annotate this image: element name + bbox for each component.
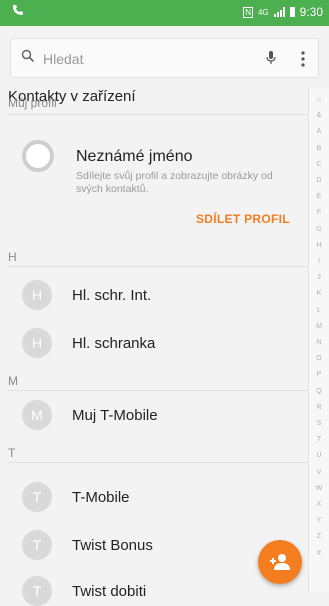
index-letter[interactable]: E (309, 193, 329, 200)
index-letter[interactable]: H (309, 242, 329, 249)
alphabet-index[interactable]: ☆ & A B C D E F G H I J K L M N O P Q R S T U V W X Y Z # (308, 88, 329, 592)
add-person-icon (269, 552, 291, 577)
search-bar (10, 38, 319, 78)
status-time: 9:30 (299, 5, 323, 19)
divider (8, 114, 321, 115)
index-letter[interactable]: I (309, 258, 329, 265)
index-letter[interactable]: Q (309, 388, 329, 395)
profile-description: Sdílejte svůj profil a zobrazujte obrázk… (76, 170, 273, 195)
battery-icon (289, 7, 295, 17)
signal-icon (273, 7, 285, 17)
index-letter[interactable]: N (309, 339, 329, 346)
index-letter[interactable]: J (309, 274, 329, 281)
search-icon (21, 49, 37, 65)
status-bar: N 4G 9:30 (0, 0, 329, 26)
contact-avatar: H (22, 280, 52, 310)
microphone-icon[interactable] (266, 50, 280, 68)
index-letter[interactable]: C (309, 161, 329, 168)
contact-avatar: M (22, 400, 52, 430)
network-type-icon: 4G (257, 7, 269, 17)
contact-name: Hl. schr. Int. (72, 287, 152, 304)
group-header-m: M (8, 374, 18, 388)
index-letter[interactable]: G (309, 226, 329, 233)
index-letter[interactable]: U (309, 452, 329, 459)
divider (8, 390, 321, 391)
contact-avatar: T (22, 576, 52, 606)
index-letter[interactable]: T (309, 436, 329, 443)
index-letter[interactable]: A (309, 128, 329, 135)
contact-avatar: T (22, 530, 52, 560)
profile-header: Můj profil (8, 96, 57, 110)
contact-name: Hl. schranka (72, 335, 156, 352)
contact-avatar: T (22, 482, 52, 512)
index-letter[interactable]: X (309, 501, 329, 508)
contact-name: T-Mobile (72, 489, 130, 506)
contact-name: Twist Bonus (72, 537, 153, 554)
profile-avatar (22, 140, 54, 172)
group-header-t: T (8, 446, 16, 460)
index-letter[interactable]: & (309, 112, 329, 119)
divider (8, 266, 321, 267)
search-input[interactable] (41, 47, 245, 71)
index-letter[interactable]: P (309, 371, 329, 378)
add-contact-button[interactable] (258, 540, 302, 584)
index-letter[interactable]: O (309, 355, 329, 362)
contact-avatar: H (22, 328, 52, 358)
index-letter[interactable]: W (309, 485, 329, 492)
profile-name: Neznámé jméno (76, 148, 193, 165)
index-letter[interactable]: B (309, 145, 329, 152)
index-letter[interactable]: M (309, 323, 329, 330)
divider (8, 462, 321, 463)
index-letter[interactable]: K (309, 290, 329, 297)
index-letter[interactable]: S (309, 420, 329, 427)
index-letter[interactable]: Y (309, 517, 329, 524)
group-header-h: H (8, 250, 17, 264)
index-letter[interactable]: F (309, 209, 329, 216)
more-options-icon[interactable] (296, 47, 310, 71)
share-profile-button[interactable]: SDÍLET PROFIL (196, 212, 290, 226)
index-letter[interactable]: ☆ (309, 96, 329, 104)
index-letter[interactable]: Z (309, 533, 329, 540)
nfc-icon: N (243, 6, 253, 18)
phone-icon (12, 4, 24, 19)
index-letter[interactable]: D (309, 177, 329, 184)
index-letter[interactable]: L (309, 307, 329, 314)
index-letter[interactable]: # (309, 550, 329, 557)
index-letter[interactable]: R (309, 404, 329, 411)
index-letter[interactable]: V (309, 469, 329, 476)
contact-name: Muj T-Mobile (72, 407, 158, 424)
